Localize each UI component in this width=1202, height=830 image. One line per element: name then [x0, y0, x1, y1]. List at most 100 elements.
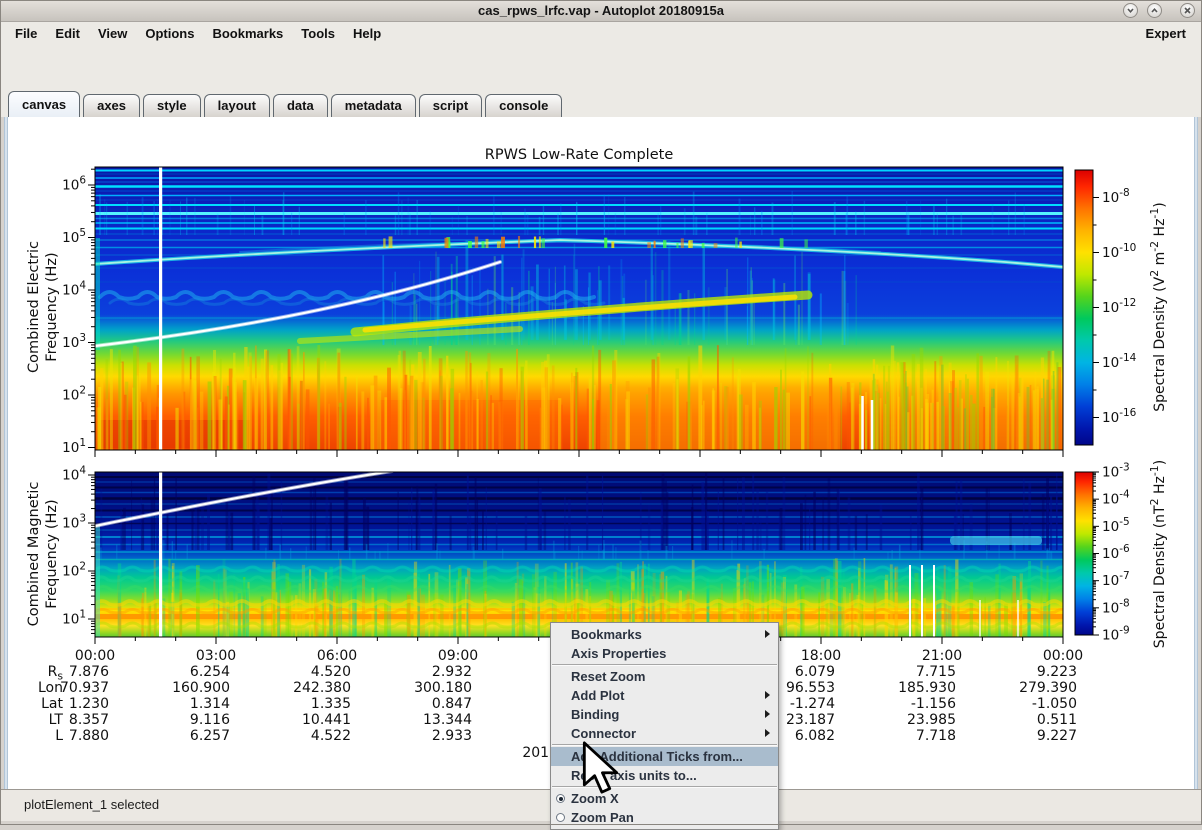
- menu-item-bookmarks[interactable]: Bookmarks: [551, 625, 778, 644]
- submenu-arrow-icon: [765, 710, 770, 718]
- tab-style[interactable]: style: [143, 94, 201, 117]
- menu-edit[interactable]: Edit: [46, 26, 89, 41]
- svg-text:10-8: 10-8: [1102, 597, 1130, 616]
- svg-text:13.344: 13.344: [423, 712, 472, 728]
- tab-metadata[interactable]: metadata: [330, 94, 416, 117]
- submenu-arrow-icon: [765, 691, 770, 699]
- menu-file[interactable]: File: [6, 26, 46, 41]
- svg-text:6.082: 6.082: [795, 728, 835, 744]
- svg-text:18:00: 18:00: [801, 648, 841, 664]
- svg-text:10-6: 10-6: [1102, 543, 1130, 562]
- menu-separator: [552, 664, 777, 666]
- svg-text:10-7: 10-7: [1102, 570, 1130, 589]
- svg-text:10-3: 10-3: [1102, 462, 1130, 481]
- svg-text:23.187: 23.187: [786, 712, 835, 728]
- svg-text:LT: LT: [49, 712, 64, 728]
- svg-text:10.441: 10.441: [302, 712, 351, 728]
- menu-item-add-plot[interactable]: Add Plot: [551, 686, 778, 705]
- menu-item-zoom-pan[interactable]: Zoom Pan: [551, 808, 778, 827]
- svg-text:RPWS Low-Rate Complete: RPWS Low-Rate Complete: [485, 147, 674, 163]
- svg-text:2.932: 2.932: [432, 664, 472, 680]
- chevron-up-icon: [1151, 7, 1158, 13]
- svg-text:105: 105: [62, 227, 86, 246]
- svg-text:-1.274: -1.274: [790, 696, 835, 712]
- tab-bar: canvas axes style layout data metadata s…: [0, 90, 1202, 117]
- menu-bar: File Edit View Options Bookmarks Tools H…: [0, 22, 1202, 45]
- menu-item-reset-zoom[interactable]: Reset Zoom: [551, 667, 778, 686]
- svg-text:10-14: 10-14: [1102, 352, 1137, 371]
- svg-text:Combined Magnetic: Combined Magnetic: [26, 482, 42, 627]
- svg-text:21:00: 21:00: [922, 648, 962, 664]
- svg-text:70.937: 70.937: [60, 680, 109, 696]
- tab-script[interactable]: script: [418, 94, 483, 117]
- svg-text:0.847: 0.847: [432, 696, 472, 712]
- svg-text:2.933: 2.933: [432, 728, 472, 744]
- svg-text:9.223: 9.223: [1037, 664, 1077, 680]
- svg-text:185.930: 185.930: [898, 680, 956, 696]
- svg-text:4.520: 4.520: [311, 664, 351, 680]
- svg-text:102: 102: [62, 385, 86, 404]
- svg-text:103: 103: [62, 513, 86, 532]
- tab-data[interactable]: data: [272, 94, 328, 117]
- svg-text:10-9: 10-9: [1102, 625, 1130, 644]
- window-title: cas_rpws_lrfc.vap - Autoplot 20180915a: [478, 3, 724, 18]
- svg-text:-1.050: -1.050: [1032, 696, 1077, 712]
- svg-text:106: 106: [62, 175, 86, 194]
- svg-text:09:00: 09:00: [438, 648, 478, 664]
- svg-text:101: 101: [62, 609, 86, 628]
- svg-text:03:00: 03:00: [196, 648, 236, 664]
- svg-text:279.390: 279.390: [1019, 680, 1077, 696]
- menu-bookmarks[interactable]: Bookmarks: [203, 26, 292, 41]
- menu-item-axis-properties[interactable]: Axis Properties: [551, 644, 778, 663]
- menu-options[interactable]: Options: [136, 26, 203, 41]
- svg-text:102: 102: [62, 561, 86, 580]
- svg-text:300.180: 300.180: [414, 680, 472, 696]
- svg-text:Spectral Density (nT2 Hz-1): Spectral Density (nT2 Hz-1): [1148, 460, 1168, 648]
- tab-axes[interactable]: axes: [83, 94, 141, 117]
- tab-console[interactable]: console: [485, 94, 563, 117]
- svg-text:8.357: 8.357: [69, 712, 109, 728]
- svg-text:9.116: 9.116: [190, 712, 230, 728]
- svg-text:7.715: 7.715: [916, 664, 956, 680]
- svg-text:10-16: 10-16: [1102, 407, 1137, 426]
- tab-layout[interactable]: layout: [203, 94, 270, 117]
- menu-view[interactable]: View: [89, 26, 136, 41]
- svg-text:0.511: 0.511: [1037, 712, 1077, 728]
- chevron-down-icon: [1127, 8, 1134, 14]
- menu-help[interactable]: Help: [344, 26, 390, 41]
- svg-text:Frequency (Hz): Frequency (Hz): [44, 499, 60, 608]
- svg-text:9.227: 9.227: [1037, 728, 1077, 744]
- svg-text:6.079: 6.079: [795, 664, 835, 680]
- svg-text:10-5: 10-5: [1102, 516, 1130, 535]
- title-bar[interactable]: cas_rpws_lrfc.vap - Autoplot 20180915a: [0, 0, 1202, 22]
- svg-text:06:00: 06:00: [317, 648, 357, 664]
- svg-text:10-4: 10-4: [1102, 489, 1130, 508]
- canvas-right-rail: [1194, 117, 1198, 789]
- electric-colorbar: [1075, 170, 1093, 445]
- svg-text:1.230: 1.230: [69, 696, 109, 712]
- context-menu: Bookmarks Axis Properties Reset Zoom Add…: [550, 622, 779, 830]
- svg-text:1.335: 1.335: [311, 696, 351, 712]
- svg-text:10-8: 10-8: [1102, 187, 1130, 206]
- menu-item-binding[interactable]: Binding: [551, 705, 778, 724]
- svg-text:104: 104: [62, 465, 86, 484]
- svg-text:7.718: 7.718: [916, 728, 956, 744]
- menu-tools[interactable]: Tools: [292, 26, 344, 41]
- mouse-cursor: [582, 741, 619, 794]
- tab-canvas[interactable]: canvas: [8, 91, 81, 117]
- close-window-button[interactable]: [1180, 3, 1195, 18]
- svg-text:00:00: 00:00: [75, 648, 115, 664]
- submenu-arrow-icon: [765, 630, 770, 638]
- svg-text:160.900: 160.900: [172, 680, 230, 696]
- svg-text:104: 104: [62, 280, 86, 299]
- svg-text:4.522: 4.522: [311, 728, 351, 744]
- shade-window-button[interactable]: [1123, 3, 1138, 18]
- maximize-window-button[interactable]: [1147, 3, 1162, 18]
- svg-text:7.880: 7.880: [69, 728, 109, 744]
- svg-text:6.257: 6.257: [190, 728, 230, 744]
- submenu-arrow-icon: [765, 729, 770, 737]
- expert-mode-label[interactable]: Expert: [1146, 26, 1196, 41]
- svg-text:L: L: [55, 728, 63, 744]
- svg-text:-1.156: -1.156: [911, 696, 956, 712]
- svg-text:101: 101: [62, 437, 86, 456]
